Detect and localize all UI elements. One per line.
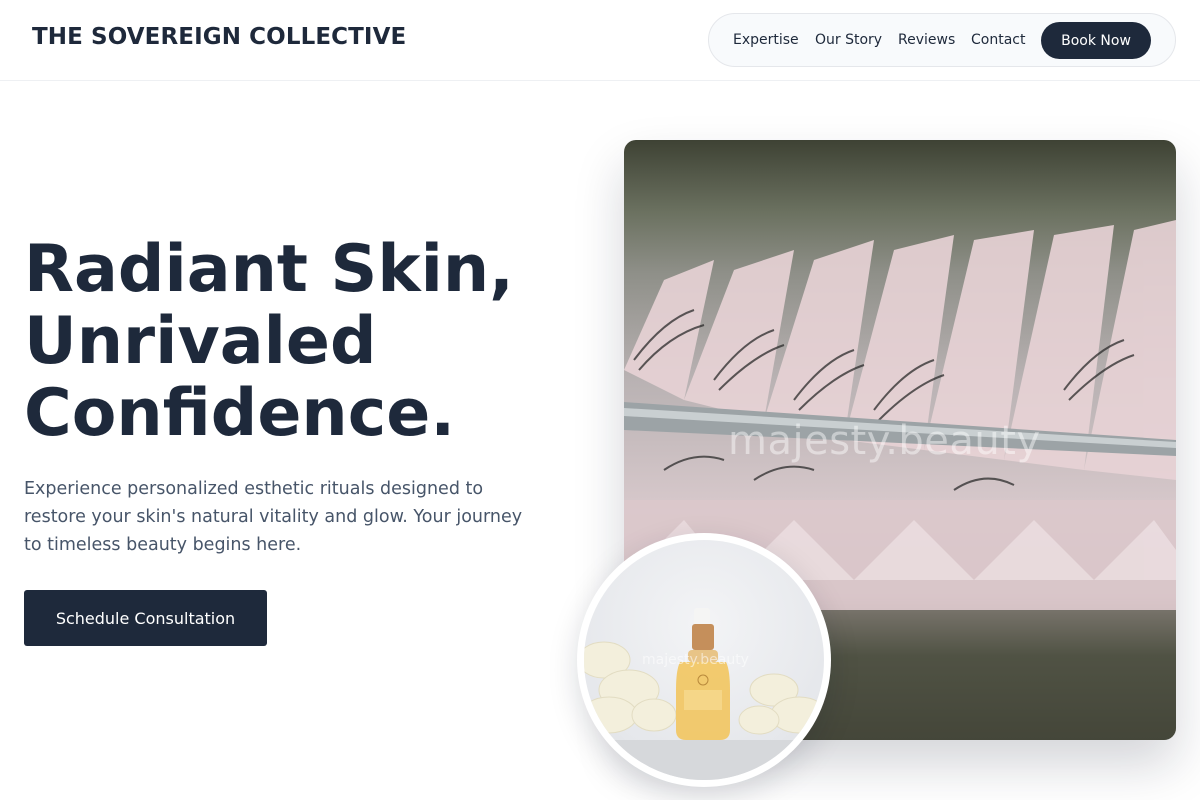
hero-headline: Radiant Skin, Unrivaled Confidence. <box>24 234 614 450</box>
book-now-button[interactable]: Book Now <box>1041 22 1151 59</box>
nav-link-reviews[interactable]: Reviews <box>898 32 955 48</box>
headline-line-2: Unrivaled <box>24 304 377 379</box>
brand-logo-text[interactable]: THE SOVEREIGN COLLECTIVE <box>32 24 406 50</box>
nav-link-expertise[interactable]: Expertise <box>733 32 799 48</box>
headline-line-3: Confidence. <box>24 376 456 451</box>
hero-subtext: Experience personalized esthetic rituals… <box>24 479 523 555</box>
inset-image-frame: majesty.beauty <box>577 533 831 787</box>
inset-image-serum-bottle: majesty.beauty <box>584 540 824 780</box>
inset-watermark: majesty.beauty <box>642 652 749 668</box>
nav-link-contact[interactable]: Contact <box>971 32 1025 48</box>
schedule-consultation-button[interactable]: Schedule Consultation <box>24 590 267 646</box>
headline-line-1: Radiant Skin, <box>24 232 514 307</box>
image-watermark: majesty.beauty <box>728 418 1041 464</box>
main-nav: Expertise Our Story Reviews Contact Book… <box>708 13 1176 67</box>
nav-link-our-story[interactable]: Our Story <box>815 32 882 48</box>
site-header: THE SOVEREIGN COLLECTIVE Expertise Our S… <box>0 0 1200 81</box>
